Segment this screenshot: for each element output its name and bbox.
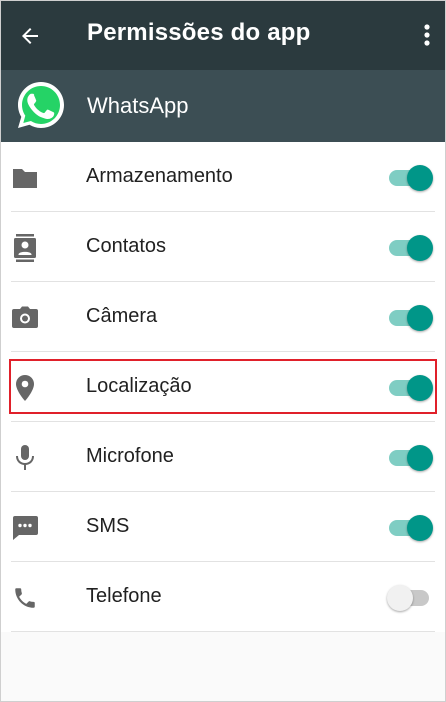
back-button[interactable] <box>15 21 45 51</box>
permission-label: Câmera <box>86 305 158 327</box>
sms-icon <box>11 514 39 542</box>
whatsapp-logo-icon <box>18 82 64 128</box>
more-options-button[interactable] <box>419 19 435 51</box>
permission-row-microphone[interactable]: Microfone <box>1 422 445 492</box>
contacts-toggle[interactable] <box>387 234 433 262</box>
contacts-icon <box>11 234 39 262</box>
more-vert-icon <box>424 24 430 46</box>
sms-toggle[interactable] <box>387 514 433 542</box>
permission-row-location[interactable]: Localização <box>1 352 445 422</box>
permission-row-storage[interactable]: Armazenamento <box>1 142 445 212</box>
folder-icon <box>11 164 39 192</box>
microphone-icon <box>11 444 39 472</box>
camera-toggle[interactable] <box>387 304 433 332</box>
arrow-left-icon <box>22 28 38 44</box>
divider <box>11 631 435 632</box>
permission-row-phone[interactable]: Telefone <box>1 562 445 632</box>
app-header: WhatsApp <box>1 70 445 142</box>
app-name: WhatsApp <box>87 93 189 118</box>
camera-icon <box>11 304 39 332</box>
location-toggle[interactable] <box>387 374 433 402</box>
app-bar: Permissões do app <box>1 1 445 70</box>
permission-list: Armazenamento Contatos Câmera Localizaçã… <box>1 142 445 632</box>
permission-row-camera[interactable]: Câmera <box>1 282 445 352</box>
permission-label: Telefone <box>86 585 162 607</box>
phone-toggle[interactable] <box>387 584 433 612</box>
location-pin-icon <box>11 374 39 402</box>
phone-icon <box>11 584 39 612</box>
storage-toggle[interactable] <box>387 164 433 192</box>
permission-row-contacts[interactable]: Contatos <box>1 212 445 282</box>
permission-label: Microfone <box>86 445 174 467</box>
microphone-toggle[interactable] <box>387 444 433 472</box>
page-title: Permissões do app <box>87 19 311 46</box>
permission-label: SMS <box>86 515 130 537</box>
permission-label: Armazenamento <box>86 165 233 187</box>
permission-row-sms[interactable]: SMS <box>1 492 445 562</box>
permission-label: Localização <box>86 375 192 397</box>
permission-label: Contatos <box>86 235 167 257</box>
